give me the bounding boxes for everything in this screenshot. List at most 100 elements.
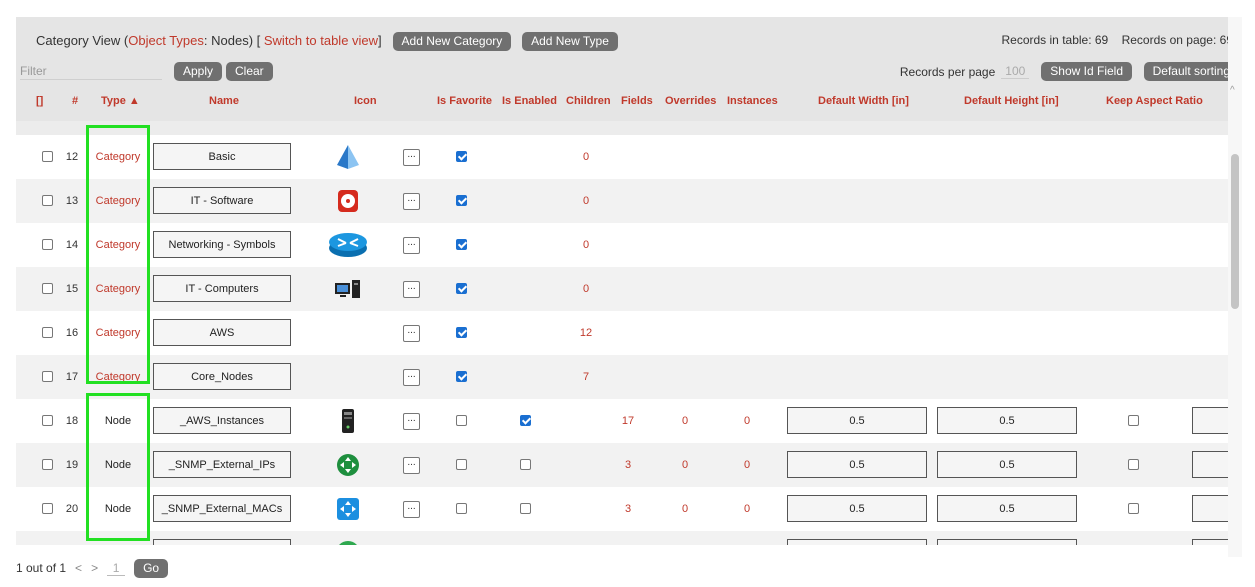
is-favorite-checkbox[interactable] <box>456 371 467 382</box>
is-favorite-checkbox[interactable] <box>456 239 467 250</box>
add-new-type-button[interactable]: Add New Type <box>522 32 618 51</box>
default-sorting-button[interactable]: Default sorting <box>1143 62 1239 81</box>
default-width-field[interactable]: 0.5 <box>787 407 927 434</box>
row-name-field[interactable]: Basic <box>153 143 291 170</box>
keep-aspect-column-header[interactable]: Keep Aspect Ratio <box>1106 95 1203 107</box>
prev-page-button[interactable]: < <box>75 561 82 575</box>
overrides-count[interactable]: 0 <box>678 443 692 487</box>
extra-field[interactable] <box>1192 539 1228 545</box>
children-count[interactable]: 0 <box>576 267 596 311</box>
default-height-field[interactable]: 0.5 <box>937 539 1077 545</box>
is-favorite-checkbox[interactable] <box>456 459 467 470</box>
instances-count[interactable]: 0 <box>740 487 754 531</box>
row-name-field[interactable]: _SNMP_External_MACs <box>153 495 291 522</box>
row-select-checkbox[interactable] <box>42 327 53 338</box>
row-name-field[interactable]: _AWS_Instances <box>153 407 291 434</box>
children-count[interactable]: 0 <box>576 135 596 179</box>
icon-picker-button[interactable]: ... <box>403 369 420 386</box>
filter-input[interactable] <box>20 64 162 78</box>
row-name-field[interactable]: IT - Computers <box>153 275 291 302</box>
row-select-checkbox[interactable] <box>42 283 53 294</box>
go-button[interactable]: Go <box>134 558 169 578</box>
scrollbar-thumb[interactable] <box>1231 154 1239 309</box>
overrides-count[interactable]: 0 <box>678 487 692 531</box>
row-name-field[interactable]: Networking - Symbols <box>153 231 291 258</box>
fields-count[interactable]: 0 <box>616 531 640 545</box>
clear-button[interactable]: Clear <box>226 62 273 81</box>
object-types-link[interactable]: Object Types <box>128 33 204 48</box>
page-number-input[interactable]: 1 <box>107 561 126 576</box>
is-favorite-checkbox[interactable] <box>456 503 467 514</box>
instances-count[interactable]: 0 <box>740 399 754 443</box>
icon-picker-button[interactable]: ... <box>403 325 420 342</box>
default-height-column-header[interactable]: Default Height [in] <box>964 95 1059 107</box>
add-new-category-button[interactable]: Add New Category <box>392 32 512 51</box>
name-column-header[interactable]: Name <box>209 95 239 107</box>
default-width-field[interactable]: 0.5 <box>787 539 927 545</box>
num-column-header[interactable]: # <box>72 95 78 107</box>
type-column-header[interactable]: Type ▲ <box>101 95 140 107</box>
is-enabled-checkbox[interactable] <box>520 503 531 514</box>
icon-picker-button[interactable]: ... <box>403 237 420 254</box>
row-select-checkbox[interactable] <box>42 151 53 162</box>
row-name-field[interactable]: Core_Nodes <box>153 363 291 390</box>
icon-picker-button[interactable]: ... <box>403 281 420 298</box>
is-favorite-checkbox[interactable] <box>456 151 467 162</box>
default-height-field[interactable]: 0.5 <box>937 451 1077 478</box>
show-id-field-button[interactable]: Show Id Field <box>1041 62 1132 81</box>
overrides-column-header[interactable]: Overrides <box>665 95 716 107</box>
icon-picker-button[interactable]: ... <box>403 413 420 430</box>
row-select-checkbox[interactable] <box>42 459 53 470</box>
scroll-up-icon[interactable]: ^ <box>1230 85 1235 96</box>
instances-count[interactable]: 0 <box>740 443 754 487</box>
keep-aspect-checkbox[interactable] <box>1128 459 1139 470</box>
row-name-field[interactable]: IT - Software <box>153 187 291 214</box>
records-per-page-input[interactable]: 100 <box>1001 64 1030 79</box>
children-count[interactable]: 0 <box>576 223 596 267</box>
extra-field[interactable] <box>1192 407 1228 434</box>
instances-column-header[interactable]: Instances <box>727 95 778 107</box>
is-enabled-checkbox[interactable] <box>520 415 531 426</box>
keep-aspect-checkbox[interactable] <box>1128 415 1139 426</box>
icon-column-header[interactable]: Icon <box>354 95 377 107</box>
row-name-field[interactable]: _SNMP_External_IPs <box>153 451 291 478</box>
children-count[interactable]: 0 <box>576 179 596 223</box>
row-select-checkbox[interactable] <box>42 415 53 426</box>
fields-count[interactable]: 17 <box>616 399 640 443</box>
extra-field[interactable] <box>1192 495 1228 522</box>
switch-to-table-link[interactable]: Switch to table view <box>264 33 378 48</box>
instances-count[interactable]: 0 <box>740 531 754 545</box>
row-select-checkbox[interactable] <box>42 371 53 382</box>
is-favorite-checkbox[interactable] <box>456 195 467 206</box>
extra-field[interactable] <box>1192 451 1228 478</box>
icon-picker-button[interactable]: ... <box>403 501 420 518</box>
is-favorite-checkbox[interactable] <box>456 327 467 338</box>
fields-count[interactable]: 3 <box>616 443 640 487</box>
next-page-button[interactable]: > <box>91 561 98 575</box>
default-width-field[interactable]: 0.5 <box>787 495 927 522</box>
is-favorite-checkbox[interactable] <box>456 415 467 426</box>
is-enabled-checkbox[interactable] <box>520 459 531 470</box>
row-select-checkbox[interactable] <box>42 239 53 250</box>
row-name-field[interactable]: _Network_Security_Groups <box>153 539 291 545</box>
fields-column-header[interactable]: Fields <box>621 95 653 107</box>
default-height-field[interactable]: 0.5 <box>937 407 1077 434</box>
overrides-count[interactable]: 0 <box>678 399 692 443</box>
is-favorite-column-header[interactable]: Is Favorite <box>437 95 492 107</box>
fields-count[interactable]: 3 <box>616 487 640 531</box>
is-favorite-checkbox[interactable] <box>456 283 467 294</box>
icon-picker-button[interactable]: ... <box>403 193 420 210</box>
children-count[interactable]: 12 <box>576 311 596 355</box>
row-name-field[interactable]: AWS <box>153 319 291 346</box>
default-height-field[interactable]: 0.5 <box>937 495 1077 522</box>
default-width-field[interactable]: 0.5 <box>787 451 927 478</box>
children-column-header[interactable]: Children <box>566 95 611 107</box>
is-enabled-column-header[interactable]: Is Enabled <box>502 95 557 107</box>
select-all-header[interactable]: [] <box>36 95 43 107</box>
row-select-checkbox[interactable] <box>42 503 53 514</box>
apply-button[interactable]: Apply <box>174 62 223 81</box>
row-select-checkbox[interactable] <box>42 195 53 206</box>
keep-aspect-checkbox[interactable] <box>1128 503 1139 514</box>
icon-picker-button[interactable]: ... <box>403 149 420 166</box>
children-count[interactable]: 7 <box>576 355 596 399</box>
